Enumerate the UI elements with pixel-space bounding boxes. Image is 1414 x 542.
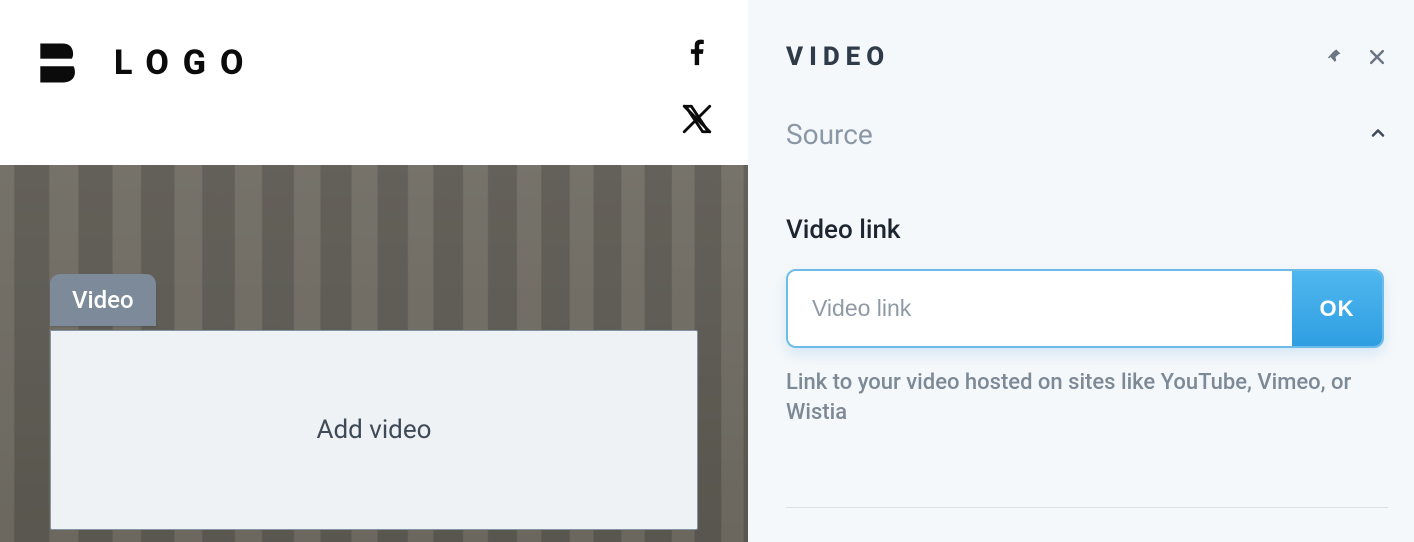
- video-link-input[interactable]: [788, 271, 1292, 346]
- brand: LOGO: [36, 36, 257, 90]
- field-label-video-link: Video link: [786, 215, 1388, 245]
- pin-icon[interactable]: [1322, 46, 1344, 68]
- video-link-help-text: Link to your video hosted on sites like …: [786, 368, 1376, 427]
- chevron-up-icon: [1368, 123, 1388, 147]
- video-block-placeholder[interactable]: Add video: [50, 330, 698, 530]
- video-block-placeholder-label: Add video: [317, 415, 432, 445]
- panel-title: VIDEO: [786, 42, 890, 72]
- section-title: Source: [786, 118, 873, 151]
- site-header: LOGO: [0, 0, 748, 165]
- settings-panel: VIDEO Source Video link OK Link to your …: [748, 0, 1414, 542]
- page-canvas: LOGO Video Add video: [0, 0, 748, 542]
- close-icon[interactable]: [1366, 46, 1388, 68]
- brand-mark-icon: [36, 36, 90, 90]
- social-links: [680, 34, 714, 136]
- brand-text: LOGO: [114, 43, 257, 83]
- ok-button[interactable]: OK: [1292, 271, 1382, 346]
- x-twitter-icon[interactable]: [680, 102, 714, 136]
- block-tag-video[interactable]: Video: [50, 274, 156, 326]
- video-link-input-row: OK: [786, 269, 1384, 348]
- canvas-area: Video Add video: [0, 165, 748, 542]
- section-source[interactable]: Source: [786, 118, 1388, 151]
- panel-divider: [786, 507, 1388, 508]
- facebook-icon[interactable]: [680, 34, 714, 68]
